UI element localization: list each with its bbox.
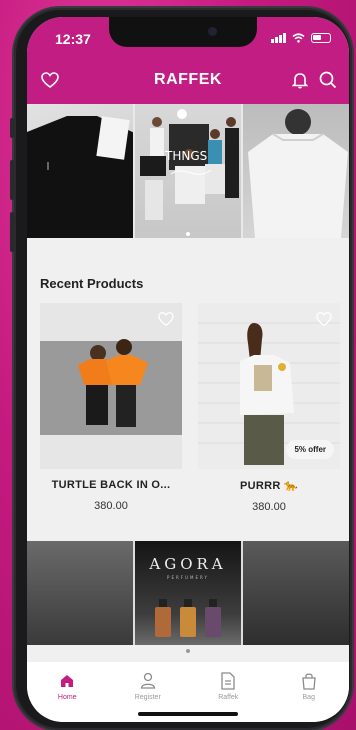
carousel-slide-grey-tshirt[interactable] [243, 104, 349, 238]
tab-label: Bag [302, 694, 315, 701]
favorite-icon[interactable] [316, 311, 332, 327]
bottom-tab-bar: Home Register Raffek Bag [27, 662, 349, 722]
carousel-overlay-text: THNGS [164, 149, 207, 163]
banner-subtitle: PERFUMERY [167, 575, 209, 580]
search-icon[interactable] [317, 69, 339, 91]
home-indicator [138, 712, 238, 716]
status-icons [271, 33, 331, 43]
perfume-bottles-photo: AGORA PERFUMERY [148, 555, 226, 637]
banner-indicator [186, 649, 190, 653]
mute-switch [10, 118, 14, 138]
tab-label: Register [134, 694, 161, 701]
product-card[interactable]: TURTLE BACK IN O... 380.00 [40, 303, 182, 513]
hero-carousel[interactable]: THNGS [27, 104, 349, 238]
product-image[interactable] [40, 303, 182, 469]
volume-down-button [10, 212, 14, 252]
product-name[interactable]: PURRR 🐆 [198, 479, 340, 492]
orange-tees-models-photo [40, 339, 182, 435]
product-list: TURTLE BACK IN O... 380.00 5% offer PURR… [40, 303, 340, 513]
tab-home[interactable]: Home [37, 672, 97, 722]
tab-bag[interactable]: Bag [279, 672, 339, 722]
banner-slide-agora: AGORA PERFUMERY [135, 541, 241, 645]
banner-slide-left [27, 541, 133, 645]
app-screen: 12:37 RAFFEK THNGS Recent Products TURTL… [27, 17, 349, 722]
tab-label: Raffek [218, 694, 239, 701]
tab-label: Home [57, 694, 77, 701]
product-price: 380.00 [252, 501, 286, 513]
product-card[interactable]: 5% offer PURRR 🐆 380.00 [198, 303, 340, 513]
grey-tshirt-back-photo [248, 109, 348, 238]
signal-icon [271, 33, 286, 43]
product-image[interactable]: 5% offer [198, 303, 340, 469]
bag-icon [300, 672, 318, 690]
carousel-slide-group[interactable]: THNGS [135, 104, 241, 238]
offer-badge: 5% offer [286, 440, 334, 459]
recent-products-title: Recent Products [40, 276, 144, 291]
carousel-slide-black-tshirt[interactable] [27, 104, 133, 238]
group-models-thngs-photo: THNGS [140, 109, 239, 220]
home-icon [58, 672, 76, 690]
status-time: 12:37 [55, 31, 91, 47]
volume-up-button [10, 160, 14, 200]
app-header: 12:37 RAFFEK [27, 17, 349, 104]
notch [109, 17, 257, 47]
product-price: 380.00 [94, 500, 128, 512]
banner-slide-right [243, 541, 349, 645]
black-tshirt-back-photo [27, 116, 133, 238]
wifi-icon [292, 33, 305, 43]
bell-icon[interactable] [289, 69, 311, 91]
promo-banner[interactable]: AGORA PERFUMERY [27, 541, 349, 653]
user-icon [139, 672, 157, 690]
favorite-icon[interactable] [158, 311, 174, 327]
battery-icon [311, 33, 331, 43]
carousel-indicator [186, 232, 190, 236]
banner-brand: AGORA [148, 555, 226, 573]
document-icon [219, 672, 237, 690]
product-name[interactable]: TURTLE BACK IN O... [40, 479, 182, 491]
